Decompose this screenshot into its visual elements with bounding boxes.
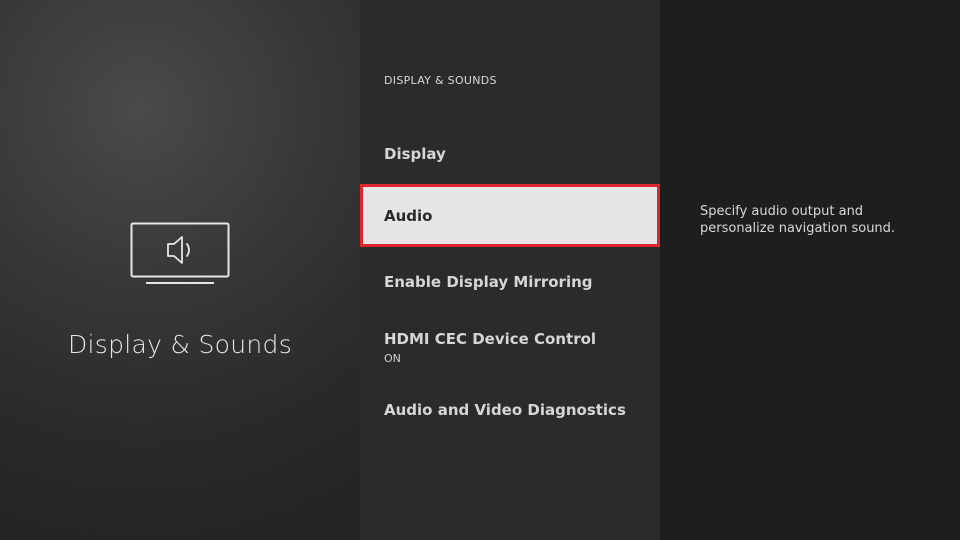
category-pane: Display & Sounds bbox=[0, 0, 360, 540]
menu-item-label: Display bbox=[384, 145, 446, 163]
details-pane: Specify audio output and personalize nav… bbox=[660, 0, 960, 540]
menu-item-audio[interactable]: Audio bbox=[360, 184, 660, 247]
settings-menu: DISPLAY & SOUNDS Display Audio Enable Di… bbox=[360, 0, 660, 540]
category-title: Display & Sounds bbox=[67, 330, 293, 359]
settings-screen: Display & Sounds DISPLAY & SOUNDS Displa… bbox=[0, 0, 960, 540]
menu-item-enable-display-mirroring[interactable]: Enable Display Mirroring bbox=[360, 251, 660, 313]
menu-item-label: HDMI CEC Device Control bbox=[384, 329, 597, 348]
menu-item-audio-video-diagnostics[interactable]: Audio and Video Diagnostics bbox=[360, 379, 660, 441]
menu-item-status: ON bbox=[384, 351, 401, 365]
menu-item-hdmi-cec-device-control[interactable]: HDMI CEC Device Control ON bbox=[360, 316, 660, 378]
menu-item-label: Audio bbox=[384, 206, 433, 225]
menu-item-label: Audio and Video Diagnostics bbox=[384, 401, 626, 419]
menu-item-label: Enable Display Mirroring bbox=[384, 273, 593, 291]
menu-item-display[interactable]: Display bbox=[360, 123, 660, 185]
menu-header: DISPLAY & SOUNDS bbox=[384, 74, 497, 87]
tv-speaker-icon bbox=[130, 222, 230, 284]
item-description: Specify audio output and personalize nav… bbox=[700, 204, 896, 236]
